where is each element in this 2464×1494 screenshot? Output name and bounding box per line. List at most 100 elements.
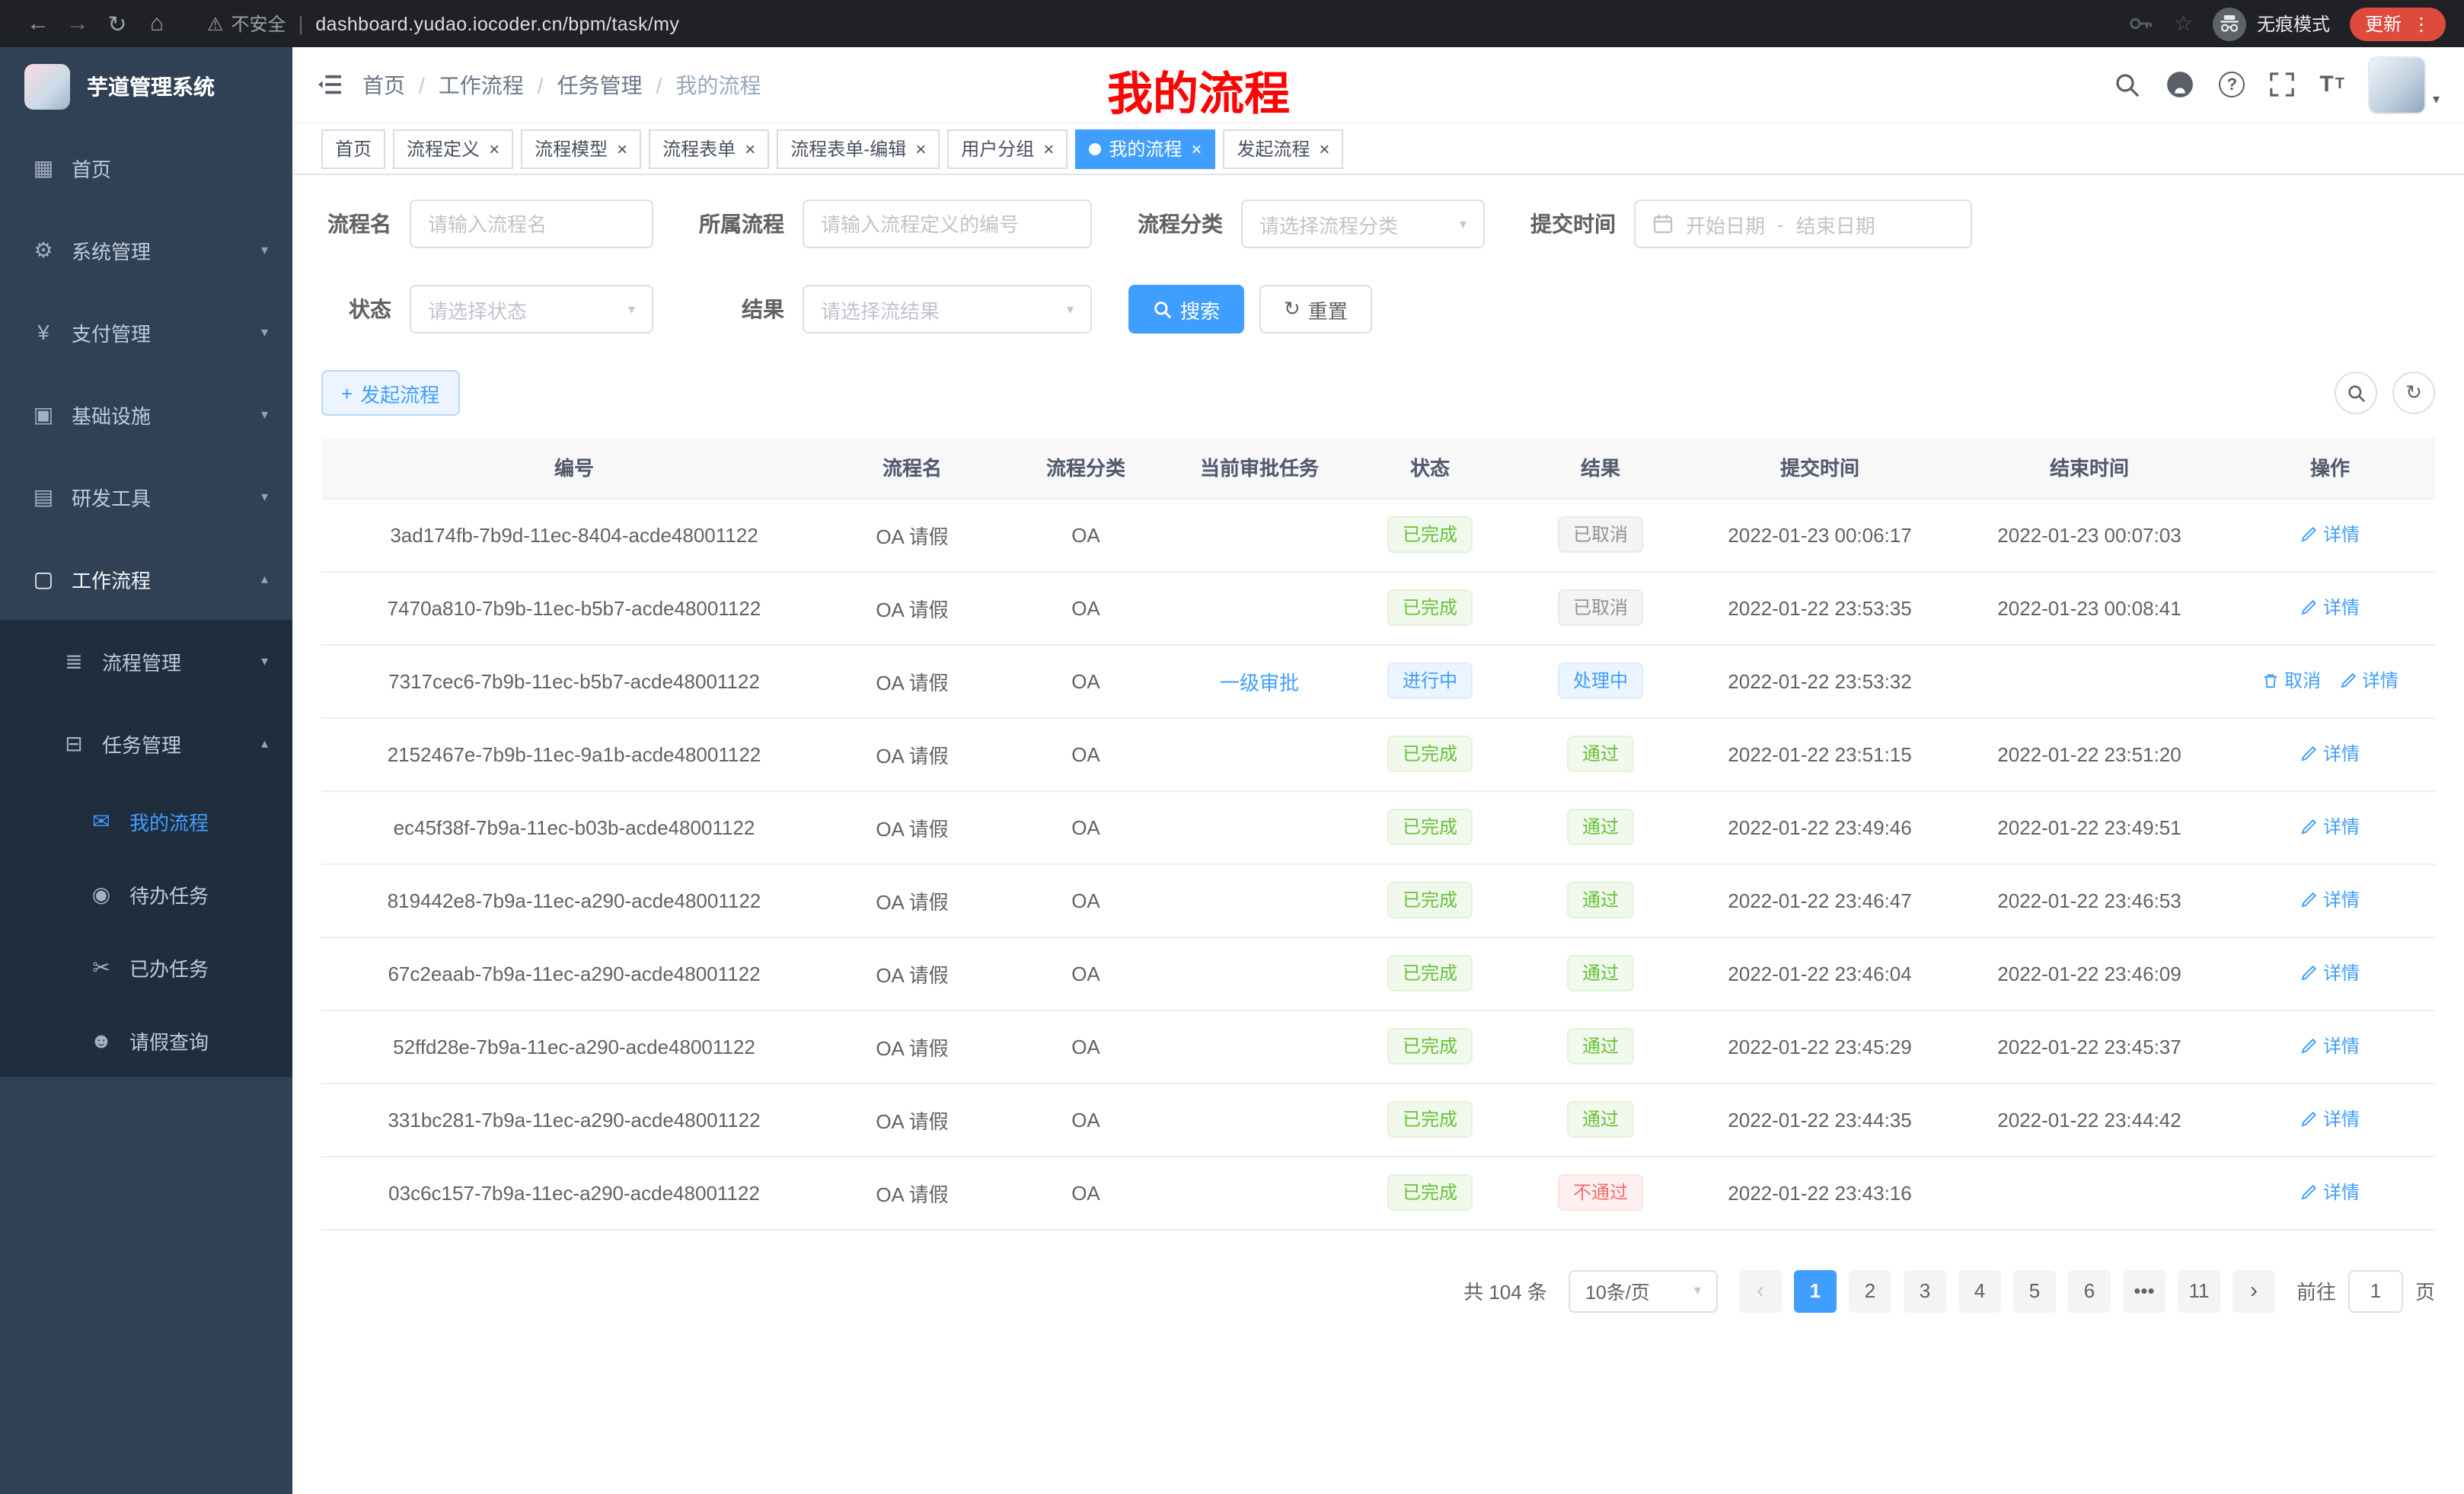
- view-tab[interactable]: 发起流程 ×: [1223, 129, 1343, 168]
- cancel-link[interactable]: 取消: [2261, 668, 2321, 694]
- browser-update-button[interactable]: 更新 ⋮: [2350, 7, 2446, 40]
- view-tab[interactable]: 流程模型 ×: [521, 129, 641, 168]
- sidebar-item[interactable]: ¥ 支付管理 ▾: [0, 291, 292, 373]
- sidebar-item[interactable]: ≣ 流程管理 ▾: [0, 620, 292, 702]
- page-button[interactable]: 6: [2068, 1269, 2111, 1312]
- view-tab[interactable]: 我的流程 ×: [1075, 129, 1215, 168]
- page-button[interactable]: 2: [1849, 1269, 1891, 1312]
- status-select[interactable]: 请选择状态 ▾: [410, 285, 653, 334]
- current-task-link[interactable]: 一级审批: [1220, 666, 1299, 695]
- collapse-sidebar-icon[interactable]: [317, 73, 343, 96]
- sidebar-item[interactable]: ✉ 我的流程: [0, 784, 292, 857]
- status-label: 状态: [321, 294, 391, 324]
- security-warning[interactable]: ⚠ 不安全: [207, 11, 286, 37]
- cell-current-task: [1174, 790, 1345, 864]
- cell-process-id: 7317cec6-7b9b-11ec-b5b7-acde48001122: [321, 644, 827, 717]
- view-tab[interactable]: 流程表单 ×: [649, 129, 769, 168]
- page-button[interactable]: 1: [1794, 1269, 1837, 1312]
- result-select[interactable]: 请选择流结果 ▾: [803, 285, 1092, 334]
- help-icon[interactable]: ?: [2219, 72, 2245, 97]
- font-size-icon[interactable]: TT: [2319, 72, 2344, 97]
- view-tab[interactable]: 流程定义 ×: [393, 129, 513, 168]
- navbar-right-tools: ? TT ▾: [2114, 56, 2440, 113]
- status-badge: 已完成: [1387, 516, 1473, 553]
- process-id-input[interactable]: [803, 200, 1092, 248]
- view-tab[interactable]: 用户分组 ×: [947, 129, 1068, 168]
- detail-link[interactable]: 详情: [2300, 595, 2360, 621]
- sidebar-item[interactable]: ▣ 基础设施 ▾: [0, 373, 292, 455]
- page-button[interactable]: 3: [1904, 1269, 1946, 1312]
- prev-page-button[interactable]: ‹: [1739, 1269, 1782, 1312]
- refresh-table-button[interactable]: ↻: [2392, 372, 2435, 414]
- detail-link[interactable]: 详情: [2300, 814, 2360, 840]
- view-tab[interactable]: 首页 ×: [321, 129, 385, 168]
- browser-home-icon[interactable]: ⌂: [137, 11, 177, 37]
- process-name-input[interactable]: [410, 200, 653, 248]
- sidebar-item[interactable]: ⚙ 系统管理 ▾: [0, 209, 292, 291]
- detail-link[interactable]: 详情: [2300, 522, 2360, 547]
- show-search-toggle-button[interactable]: [2335, 372, 2377, 414]
- date-range-picker[interactable]: 开始日期 - 结束日期: [1634, 200, 1972, 248]
- browser-forward-icon[interactable]: →: [58, 11, 97, 37]
- browser-menu-icon[interactable]: ⋮: [2412, 13, 2430, 34]
- view-tab[interactable]: 流程表单-编辑 ×: [777, 129, 940, 168]
- close-tab-icon[interactable]: ×: [745, 139, 755, 158]
- page-url[interactable]: dashboard.yudao.iocoder.cn/bpm/task/my: [315, 13, 679, 34]
- page-button[interactable]: 4: [1958, 1269, 2001, 1312]
- search-button[interactable]: 搜索: [1128, 285, 1244, 334]
- detail-link[interactable]: 详情: [2300, 1033, 2360, 1059]
- next-page-button[interactable]: ›: [2233, 1269, 2275, 1312]
- close-tab-icon[interactable]: ×: [915, 139, 926, 158]
- reset-button[interactable]: ↻ 重置: [1259, 285, 1372, 334]
- category-select[interactable]: 请选择流程分类 ▾: [1241, 200, 1485, 248]
- close-tab-icon[interactable]: ×: [489, 139, 500, 158]
- sidebar-item[interactable]: ▤ 研发工具 ▾: [0, 455, 292, 538]
- address-bar[interactable]: ⚠ 不安全 | dashboard.yudao.iocoder.cn/bpm/t…: [207, 11, 679, 37]
- table-header-row: 编号 流程名 流程分类 当前审批任务 状态 结果: [321, 437, 2435, 498]
- close-tab-icon[interactable]: ×: [1191, 139, 1202, 158]
- sidebar-item[interactable]: ☻ 请假查询: [0, 1004, 292, 1077]
- sidebar-item[interactable]: ⊟ 任务管理 ▴: [0, 702, 292, 784]
- detail-link[interactable]: 详情: [2339, 668, 2399, 694]
- page-button[interactable]: 11: [2178, 1269, 2220, 1312]
- sidebar-item[interactable]: ✂ 已办任务: [0, 931, 292, 1004]
- cell-submit-time: 2022-01-23 00:06:17: [1686, 498, 1954, 571]
- menu-label: 首页: [72, 153, 111, 182]
- close-tab-icon[interactable]: ×: [1319, 139, 1329, 158]
- fullscreen-icon[interactable]: [2269, 72, 2295, 97]
- key-icon[interactable]: [2128, 11, 2154, 37]
- incognito-indicator[interactable]: 无痕模式: [2213, 7, 2330, 40]
- breadcrumb-link[interactable]: 工作流程: [439, 69, 524, 100]
- breadcrumb-link[interactable]: 首页: [362, 69, 405, 100]
- github-icon[interactable]: [2166, 70, 2194, 99]
- jump-page-input[interactable]: [2348, 1269, 2403, 1312]
- filter-submit-time: 提交时间 开始日期 - 结束日期: [1521, 200, 1972, 248]
- table-row: 03c6c157-7b9a-11ec-a290-acde48001122 OA …: [321, 1156, 2435, 1229]
- sidebar-item[interactable]: ▦ 首页: [0, 126, 292, 209]
- detail-link[interactable]: 详情: [2300, 1180, 2360, 1205]
- user-avatar-image[interactable]: [2369, 56, 2427, 113]
- page-button[interactable]: •••: [2123, 1269, 2166, 1312]
- browser-reload-icon[interactable]: ↻: [97, 10, 137, 37]
- page-size-select[interactable]: 10条/页 ▾: [1569, 1269, 1718, 1312]
- app-logo[interactable]: 芋道管理系统: [0, 47, 292, 126]
- close-tab-icon[interactable]: ×: [1043, 139, 1054, 158]
- bookmark-star-icon[interactable]: ☆: [2174, 11, 2193, 37]
- page-button[interactable]: 5: [2013, 1269, 2056, 1312]
- close-tab-icon[interactable]: ×: [617, 139, 627, 158]
- breadcrumb-link[interactable]: 我的流程: [675, 69, 761, 100]
- menu-label: 研发工具: [72, 482, 151, 511]
- browser-back-icon[interactable]: ←: [18, 11, 58, 37]
- breadcrumb-separator: /: [538, 72, 544, 97]
- search-icon[interactable]: [2114, 71, 2141, 98]
- menu-icon: ≣: [61, 648, 87, 674]
- detail-link[interactable]: 详情: [2300, 887, 2360, 913]
- sidebar-item[interactable]: ▢ 工作流程 ▴: [0, 538, 292, 620]
- detail-link[interactable]: 详情: [2300, 960, 2360, 986]
- sidebar-item[interactable]: ◉ 待办任务: [0, 857, 292, 931]
- detail-link[interactable]: 详情: [2300, 1106, 2360, 1132]
- start-process-button[interactable]: + 发起流程: [321, 370, 459, 416]
- user-menu[interactable]: ▾: [2369, 56, 2440, 113]
- detail-link[interactable]: 详情: [2300, 741, 2360, 767]
- breadcrumb-link[interactable]: 任务管理: [557, 69, 643, 100]
